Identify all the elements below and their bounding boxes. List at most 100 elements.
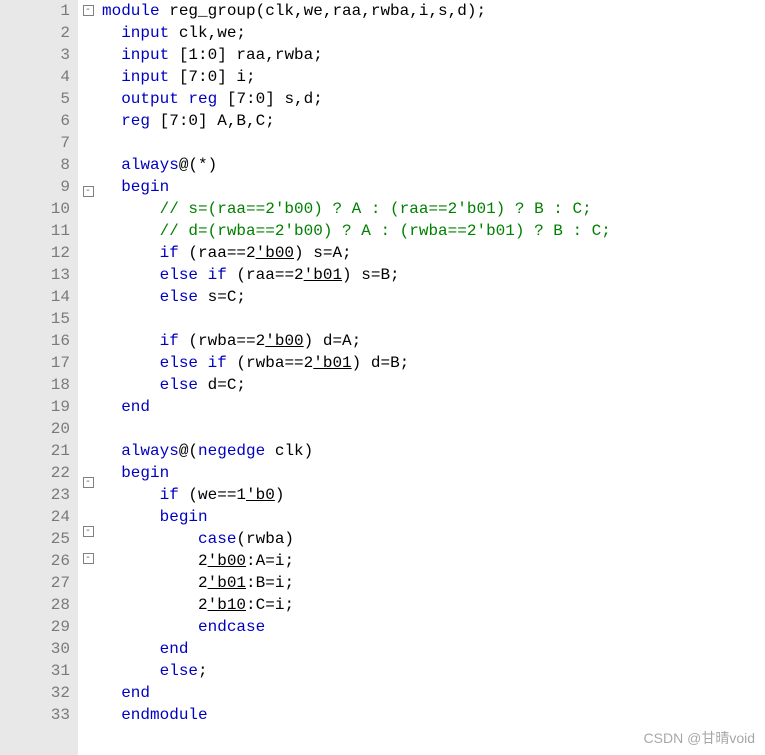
line-number: 28 xyxy=(0,594,70,616)
fold-slot xyxy=(78,252,98,274)
fold-slot xyxy=(78,49,98,71)
code-line[interactable]: if (rwba==2'b00) d=A; xyxy=(102,330,765,352)
code-token xyxy=(102,266,160,284)
code-token xyxy=(102,684,121,702)
fold-slot xyxy=(78,450,98,472)
code-token: else xyxy=(160,662,198,680)
code-token xyxy=(198,354,208,372)
code-line[interactable]: 2'b10:C=i; xyxy=(102,594,765,616)
code-token: clk) xyxy=(265,442,313,460)
line-number: 21 xyxy=(0,440,70,462)
line-number: 19 xyxy=(0,396,70,418)
fold-toggle-icon[interactable]: - xyxy=(83,526,94,537)
line-number: 9 xyxy=(0,176,70,198)
code-line[interactable]: endcase xyxy=(102,616,765,638)
code-token: 'b00 xyxy=(208,552,246,570)
code-line[interactable]: begin xyxy=(102,506,765,528)
code-token: // s=(raa==2'b00) ? A : (raa==2'b01) ? B… xyxy=(160,200,592,218)
code-token: // d=(rwba==2'b00) ? A : (rwba==2'b01) ?… xyxy=(160,222,611,240)
code-token: d=C; xyxy=(198,376,246,394)
code-token: always xyxy=(121,442,179,460)
fold-slot xyxy=(78,499,98,521)
line-number-gutter: 1234567891011121314151617181920212223242… xyxy=(0,0,78,755)
code-token xyxy=(102,640,160,658)
code-token: 2 xyxy=(102,552,208,570)
line-number: 31 xyxy=(0,660,70,682)
fold-slot xyxy=(78,384,98,406)
code-line[interactable]: if (raa==2'b00) s=A; xyxy=(102,242,765,264)
code-token: ) s=B; xyxy=(342,266,400,284)
code-line[interactable]: input [1:0] raa,rwba; xyxy=(102,44,765,66)
code-token xyxy=(102,618,198,636)
code-token: else xyxy=(160,288,198,306)
code-line[interactable]: output reg [7:0] s,d; xyxy=(102,88,765,110)
code-line[interactable]: // s=(raa==2'b00) ? A : (raa==2'b01) ? B… xyxy=(102,198,765,220)
fold-slot xyxy=(78,685,98,707)
line-number: 3 xyxy=(0,44,70,66)
code-token xyxy=(102,222,160,240)
code-line[interactable]: else d=C; xyxy=(102,374,765,396)
code-token: 'b0 xyxy=(246,486,275,504)
code-line[interactable]: else s=C; xyxy=(102,286,765,308)
code-line[interactable]: 2'b00:A=i; xyxy=(102,550,765,572)
code-line[interactable]: always@(*) xyxy=(102,154,765,176)
code-token: else xyxy=(160,266,198,284)
code-line[interactable]: always@(negedge clk) xyxy=(102,440,765,462)
code-line[interactable] xyxy=(102,132,765,154)
code-token xyxy=(102,90,121,108)
code-line[interactable]: else if (rwba==2'b01) d=B; xyxy=(102,352,765,374)
fold-slot xyxy=(78,641,98,663)
fold-toggle-icon[interactable]: - xyxy=(83,553,94,564)
code-line[interactable]: begin xyxy=(102,176,765,198)
code-line[interactable]: reg [7:0] A,B,C; xyxy=(102,110,765,132)
line-number: 13 xyxy=(0,264,70,286)
code-token xyxy=(102,376,160,394)
line-number: 14 xyxy=(0,286,70,308)
fold-slot xyxy=(78,597,98,619)
code-line[interactable]: module reg_group(clk,we,raa,rwba,i,s,d); xyxy=(102,0,765,22)
code-area[interactable]: module reg_group(clk,we,raa,rwba,i,s,d);… xyxy=(98,0,765,755)
code-line[interactable]: 2'b01:B=i; xyxy=(102,572,765,594)
code-token: s=C; xyxy=(198,288,246,306)
code-line[interactable] xyxy=(102,418,765,440)
fold-slot xyxy=(78,406,98,428)
code-line[interactable]: begin xyxy=(102,462,765,484)
code-token: 'b10 xyxy=(208,596,246,614)
code-token xyxy=(102,508,160,526)
code-line[interactable]: if (we==1'b0) xyxy=(102,484,765,506)
code-line[interactable]: // d=(rwba==2'b00) ? A : (rwba==2'b01) ?… xyxy=(102,220,765,242)
watermark-text: CSDN @甘晴void xyxy=(644,727,755,749)
code-token: begin xyxy=(121,178,169,196)
code-token: (rwba==2 xyxy=(179,332,265,350)
line-number: 26 xyxy=(0,550,70,572)
fold-slot xyxy=(78,71,98,93)
code-token: @( xyxy=(179,442,198,460)
fold-toggle-icon[interactable]: - xyxy=(83,186,94,197)
code-token xyxy=(102,24,121,42)
fold-toggle-icon[interactable]: - xyxy=(83,477,94,488)
code-line[interactable] xyxy=(102,308,765,330)
code-line[interactable]: end xyxy=(102,396,765,418)
code-token: :A=i; xyxy=(246,552,294,570)
line-number: 11 xyxy=(0,220,70,242)
line-number: 1 xyxy=(0,0,70,22)
code-line[interactable]: input clk,we; xyxy=(102,22,765,44)
code-line[interactable]: endmodule xyxy=(102,704,765,726)
code-line[interactable]: case(rwba) xyxy=(102,528,765,550)
code-token: output xyxy=(121,90,179,108)
code-line[interactable]: end xyxy=(102,638,765,660)
code-line[interactable]: end xyxy=(102,682,765,704)
fold-slot xyxy=(78,208,98,230)
code-token xyxy=(102,200,160,218)
code-token: (rwba==2 xyxy=(227,354,313,372)
code-token xyxy=(102,530,198,548)
fold-toggle-icon[interactable]: - xyxy=(83,5,94,16)
code-line[interactable]: else; xyxy=(102,660,765,682)
line-number: 22 xyxy=(0,462,70,484)
code-token: reg_group(clk,we,raa,rwba,i,s,d); xyxy=(160,2,486,20)
code-line[interactable]: input [7:0] i; xyxy=(102,66,765,88)
fold-slot xyxy=(78,137,98,159)
fold-slot xyxy=(78,619,98,641)
code-token: :C=i; xyxy=(246,596,294,614)
code-line[interactable]: else if (raa==2'b01) s=B; xyxy=(102,264,765,286)
